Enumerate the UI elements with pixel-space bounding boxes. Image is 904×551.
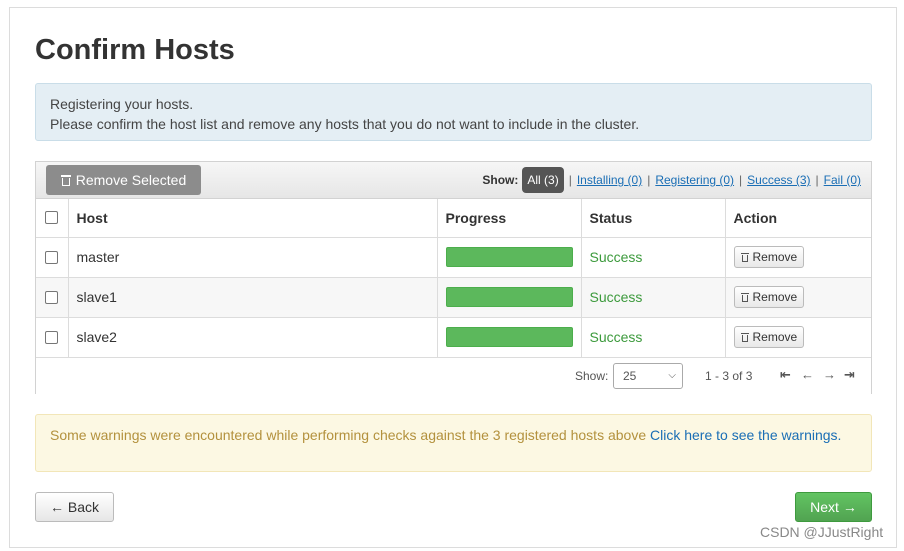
back-button[interactable]: ← Back bbox=[35, 492, 114, 522]
select-all-checkbox[interactable] bbox=[45, 211, 58, 225]
table-row: slave2 Success Remove bbox=[36, 317, 871, 358]
table-row: master Success Remove bbox=[36, 237, 871, 278]
first-page-icon[interactable]: ⇤ bbox=[780, 367, 791, 383]
filter-show-label: Show: bbox=[482, 173, 519, 187]
filter-installing[interactable]: Installing (0) bbox=[577, 173, 642, 187]
progress-bar bbox=[445, 327, 573, 347]
status-text: Success bbox=[581, 277, 726, 318]
warnings-link[interactable]: Click here to see the warnings. bbox=[650, 427, 841, 443]
chevron-down-icon: ⌵ bbox=[668, 369, 676, 381]
prev-page-icon[interactable]: ← bbox=[801, 367, 814, 382]
header-progress: Progress bbox=[437, 199, 582, 238]
host-name: slave1 bbox=[68, 277, 438, 318]
trash-icon bbox=[740, 332, 749, 342]
header-status: Status bbox=[581, 199, 726, 238]
status-text: Success bbox=[581, 317, 726, 358]
progress-bar bbox=[445, 247, 573, 267]
remove-label: Remove bbox=[752, 330, 798, 344]
page-size-value: 25 bbox=[623, 368, 637, 383]
remove-selected-button[interactable]: Remove Selected bbox=[46, 165, 201, 195]
warning-alert: Some warnings were encountered while per… bbox=[35, 414, 872, 472]
last-page-icon[interactable]: ⇥ bbox=[844, 367, 855, 383]
header-action: Action bbox=[725, 199, 871, 238]
filter-registering[interactable]: Registering (0) bbox=[655, 173, 734, 187]
trash-icon bbox=[740, 252, 749, 262]
hosts-table: Host Progress Status Action master Succe… bbox=[36, 199, 871, 358]
warning-text: Some warnings were encountered while per… bbox=[50, 427, 650, 443]
table-toolbar: Remove Selected Show: All (3) | Installi… bbox=[36, 162, 871, 199]
trash-icon bbox=[60, 174, 71, 186]
info-alert: Registering your hosts. Please confirm t… bbox=[35, 83, 872, 141]
pager-show-label: Show: bbox=[575, 368, 609, 383]
remove-label: Remove bbox=[752, 250, 798, 264]
pager-range: 1 - 3 of 3 bbox=[705, 368, 753, 383]
hosts-table-panel: Remove Selected Show: All (3) | Installi… bbox=[35, 161, 872, 395]
trash-icon bbox=[740, 292, 749, 302]
watermark: CSDN @JJustRight bbox=[760, 524, 884, 540]
table-pager: Show: 25 ⌵ 1 - 3 of 3 ⇤ ← → ⇥ bbox=[36, 357, 871, 395]
next-page-icon[interactable]: → bbox=[823, 367, 836, 382]
status-text: Success bbox=[581, 237, 726, 278]
row-checkbox[interactable] bbox=[45, 290, 58, 304]
remove-host-button[interactable]: Remove bbox=[733, 246, 805, 268]
remove-host-button[interactable]: Remove bbox=[733, 326, 805, 348]
info-line-2: Please confirm the host list and remove … bbox=[50, 116, 640, 132]
host-name: slave2 bbox=[68, 317, 438, 358]
filter-all[interactable]: All (3) bbox=[522, 167, 564, 193]
table-header-row: Host Progress Status Action bbox=[36, 199, 871, 238]
filter-success[interactable]: Success (3) bbox=[747, 173, 810, 187]
row-checkbox[interactable] bbox=[45, 250, 58, 264]
remove-selected-label: Remove Selected bbox=[75, 172, 187, 188]
next-button[interactable]: Next → bbox=[795, 492, 872, 522]
page-title: Confirm Hosts bbox=[35, 34, 235, 66]
host-name: master bbox=[68, 237, 438, 278]
header-host: Host bbox=[68, 199, 438, 238]
info-line-1: Registering your hosts. bbox=[50, 96, 194, 112]
remove-label: Remove bbox=[752, 290, 798, 304]
page-size-select[interactable]: 25 ⌵ bbox=[613, 362, 683, 389]
table-row: slave1 Success Remove bbox=[36, 277, 871, 318]
row-checkbox[interactable] bbox=[45, 330, 58, 344]
remove-host-button[interactable]: Remove bbox=[733, 286, 805, 308]
status-filters: Show: All (3) | Installing (0) | Registe… bbox=[482, 166, 861, 194]
filter-fail[interactable]: Fail (0) bbox=[824, 173, 861, 187]
progress-bar bbox=[445, 287, 573, 307]
